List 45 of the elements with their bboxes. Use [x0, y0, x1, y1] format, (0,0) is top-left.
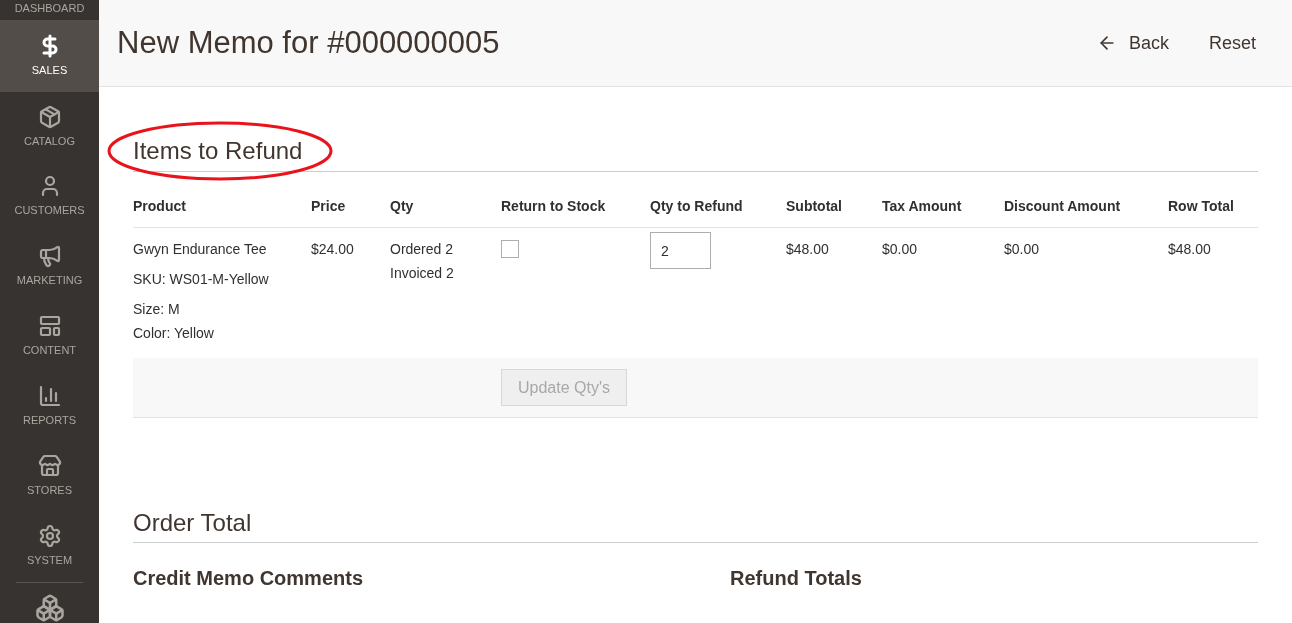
- qty-to-refund-field[interactable]: 2: [650, 232, 711, 269]
- section-title: Items to Refund: [133, 136, 304, 166]
- column-header: Tax Amount: [882, 197, 963, 216]
- sidebar-item[interactable]: DASHBOARD: [0, 0, 99, 20]
- column-header: Price: [311, 197, 347, 216]
- discount-amount-cell-text: $0.00: [1004, 240, 1041, 259]
- product-option: Color: Yellow: [133, 324, 311, 342]
- box-icon: [37, 104, 62, 129]
- sidebar-item[interactable]: SALES: [0, 19, 99, 92]
- column-header: Qty: [390, 197, 415, 216]
- section-title: Order Total: [133, 508, 1258, 543]
- subsection-title: Refund Totals: [730, 566, 863, 591]
- qty-line: Invoiced 2: [390, 264, 455, 282]
- settings-icon: [37, 523, 62, 548]
- price-cell-text: $24.00: [311, 240, 355, 259]
- megaphone-icon: [37, 244, 62, 269]
- back-button[interactable]: Back: [1096, 29, 1169, 57]
- product-sku: SKU: WS01-M-Yellow: [133, 270, 270, 288]
- blocks-icon[interactable]: [34, 592, 65, 623]
- sidebar-item[interactable]: SYSTEM: [0, 511, 99, 581]
- page-title: New Memo for #000000005: [117, 23, 501, 62]
- subsection-title: Credit Memo Comments: [133, 566, 365, 591]
- store-icon: [37, 453, 62, 478]
- sidebar-item[interactable]: CUSTOMERS: [0, 161, 99, 232]
- qty-line: Ordered 2: [390, 240, 455, 258]
- product-name: Gwyn Endurance Tee: [133, 240, 268, 258]
- column-header: Discount Amount: [1004, 197, 1122, 216]
- row-total-cell-text: $48.00: [1168, 240, 1212, 259]
- column-header: Return to Stock: [501, 197, 607, 216]
- subtotal-cell-text: $48.00: [786, 240, 830, 259]
- sidebar-item[interactable]: CONTENT: [0, 301, 99, 372]
- column-header: Product: [133, 197, 187, 216]
- sidebar-item[interactable]: CATALOG: [0, 91, 99, 162]
- column-header: Row Total: [1168, 197, 1235, 216]
- layout-icon: [37, 314, 62, 339]
- product-option: Size: M: [133, 300, 311, 318]
- reset-button[interactable]: Reset: [1208, 29, 1256, 57]
- sidebar-item[interactable]: STORES: [0, 441, 99, 512]
- bar-chart-icon: [37, 384, 62, 409]
- sidebar-item[interactable]: REPORTS: [0, 371, 99, 442]
- return-to-stock-checkbox[interactable]: [501, 240, 519, 258]
- column-header: Subtotal: [786, 197, 843, 216]
- tax-amount-cell-text: $0.00: [882, 240, 919, 259]
- sidebar-item[interactable]: MARKETING: [0, 231, 99, 302]
- column-header: Qty to Refund: [650, 197, 744, 216]
